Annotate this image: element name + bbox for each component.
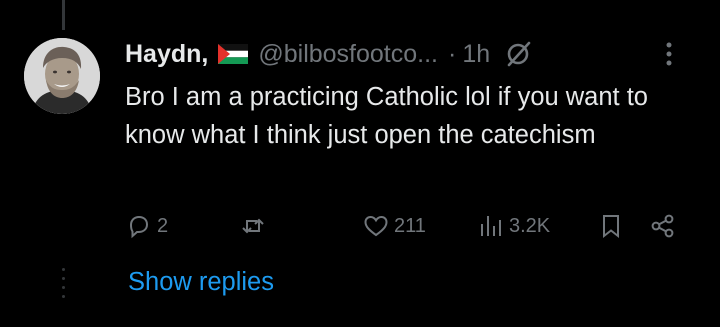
grok-icon[interactable] xyxy=(504,40,532,68)
reply-count: 2 xyxy=(157,214,169,237)
separator-dot: · xyxy=(448,39,457,68)
bookmark-icon xyxy=(603,215,619,239)
avatar-image xyxy=(24,38,100,114)
thread-line xyxy=(62,0,65,30)
tweet-text: Bro I am a practicing Catholic lol if yo… xyxy=(125,83,648,149)
more-icon[interactable] xyxy=(664,40,674,68)
views-count: 3.2K xyxy=(509,214,551,237)
share-button[interactable] xyxy=(649,208,677,244)
tweet-header: Haydn, @bilbosfootco... · 1h xyxy=(125,36,700,72)
thread-dots xyxy=(58,268,68,298)
views-button[interactable]: 3.2K xyxy=(477,208,550,244)
retweet-button[interactable] xyxy=(239,208,271,244)
show-replies-link[interactable]: Show replies xyxy=(128,268,274,297)
views-icon xyxy=(481,216,501,236)
like-icon xyxy=(364,215,388,237)
flag-icon xyxy=(218,44,249,64)
retweet-icon xyxy=(242,218,264,234)
like-count: 211 xyxy=(394,214,426,237)
reply-icon xyxy=(129,215,149,239)
author-handle[interactable]: @bilbosfootco... xyxy=(258,40,438,69)
reply-button[interactable]: 2 xyxy=(125,208,168,244)
timestamp[interactable]: 1h xyxy=(462,40,490,69)
tweet[interactable]: Haydn, @bilbosfootco... · 1h Bro I am a … xyxy=(0,0,720,327)
avatar[interactable] xyxy=(24,38,100,114)
bookmark-button[interactable] xyxy=(597,208,625,244)
tweet-actions: 2 211 3.2K xyxy=(125,208,690,244)
like-button[interactable]: 211 xyxy=(362,208,426,244)
author-name[interactable]: Haydn, xyxy=(125,40,208,69)
share-icon xyxy=(651,214,674,238)
